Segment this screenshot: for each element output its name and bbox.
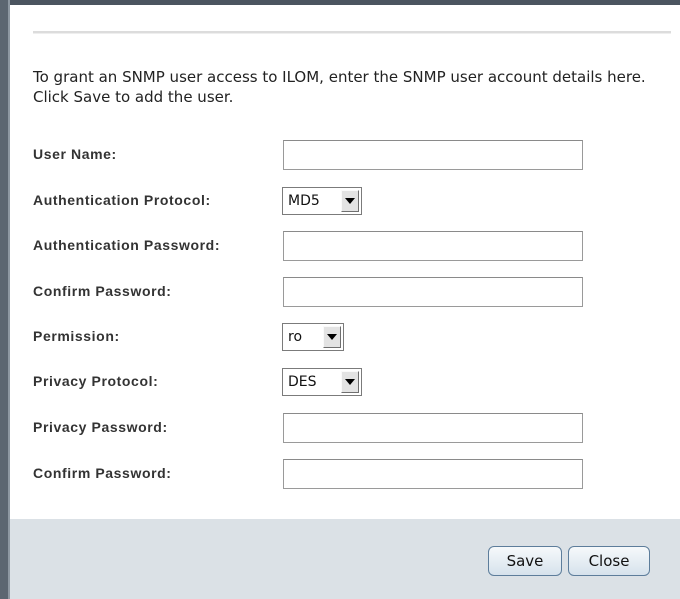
confirm-auth-password-label: Confirm Password:: [33, 283, 172, 299]
permission-value: ro: [288, 329, 303, 345]
privacy-password-row: Privacy Password:: [33, 413, 633, 443]
privacy-protocol-value: DES: [288, 374, 317, 390]
intro-text: To grant an SNMP user access to ILOM, en…: [33, 68, 646, 106]
permission-label: Permission:: [33, 328, 120, 344]
auth-protocol-value: MD5: [288, 193, 320, 209]
confirm-privacy-password-input[interactable]: [283, 459, 583, 489]
confirm-auth-password-input[interactable]: [283, 277, 583, 307]
privacy-protocol-label: Privacy Protocol:: [33, 373, 159, 389]
window-top-strip: [10, 0, 680, 5]
permission-select[interactable]: ro: [282, 323, 344, 351]
privacy-protocol-select[interactable]: DES: [282, 368, 362, 396]
window-left-border-highlight: [8, 0, 10, 599]
permission-row: Permission: ro: [33, 322, 633, 352]
chevron-down-icon: [341, 190, 359, 212]
header-divider: [33, 31, 671, 34]
chevron-down-icon: [323, 326, 341, 348]
privacy-protocol-row: Privacy Protocol: DES: [33, 367, 633, 397]
user-name-label: User Name:: [33, 146, 117, 162]
auth-protocol-select[interactable]: MD5: [282, 187, 362, 215]
save-button[interactable]: Save: [488, 546, 562, 576]
auth-protocol-label: Authentication Protocol:: [33, 192, 211, 208]
confirm-auth-password-row: Confirm Password:: [33, 277, 633, 307]
confirm-privacy-password-label: Confirm Password:: [33, 465, 172, 481]
auth-password-input[interactable]: [283, 231, 583, 261]
auth-protocol-row: Authentication Protocol: MD5: [33, 186, 633, 216]
user-name-input[interactable]: [283, 140, 583, 170]
add-snmp-user-dialog: To grant an SNMP user access to ILOM, en…: [0, 0, 680, 599]
close-button[interactable]: Close: [568, 546, 650, 576]
privacy-password-label: Privacy Password:: [33, 419, 168, 435]
auth-password-label: Authentication Password:: [33, 237, 221, 253]
confirm-privacy-password-row: Confirm Password:: [33, 459, 633, 489]
auth-password-row: Authentication Password:: [33, 231, 633, 261]
user-name-row: User Name:: [33, 140, 633, 170]
chevron-down-icon: [341, 371, 359, 393]
privacy-password-input[interactable]: [283, 413, 583, 443]
